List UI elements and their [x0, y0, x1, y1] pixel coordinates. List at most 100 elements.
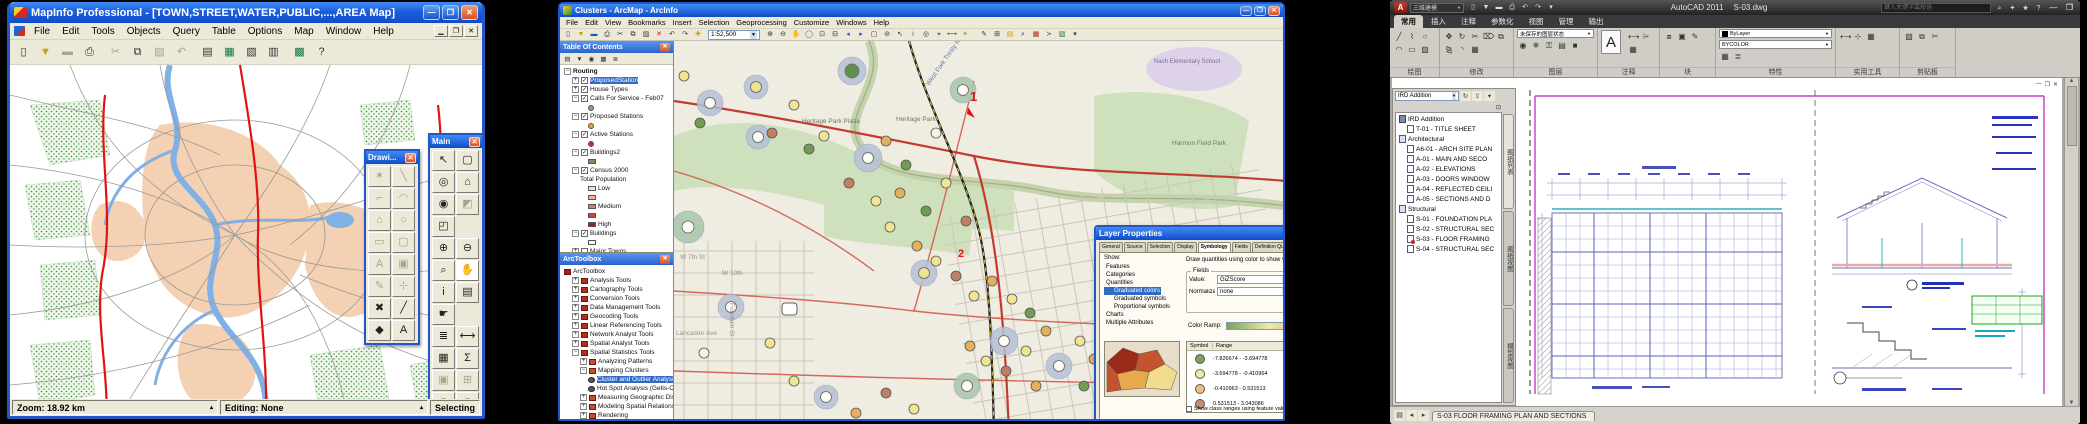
- id-point-button[interactable]: ⊹: [1852, 30, 1864, 42]
- menu-item[interactable]: Edit: [582, 18, 601, 27]
- ribbon-tab[interactable]: 常用: [1394, 15, 1423, 28]
- find-button[interactable]: ◎: [920, 29, 932, 40]
- show-list-item[interactable]: Features: [1104, 263, 1180, 271]
- main-toolbar-close-icon[interactable]: ✕: [469, 137, 480, 147]
- toc-layer-item[interactable]: [562, 238, 673, 247]
- sheet-item[interactable]: A-05 - SECTIONS AND D: [1397, 194, 1500, 204]
- expander-icon[interactable]: [580, 412, 587, 419]
- symbology-row[interactable]: -0.410963 - 0.531513 -0.410963 - 0.53151…: [1187, 381, 1283, 396]
- toolbox-item[interactable]: Conversion Tools: [562, 294, 673, 303]
- dialog-tab[interactable]: Source: [1124, 242, 1146, 252]
- toolbox-item[interactable]: Analyzing Patterns: [562, 357, 673, 366]
- toc-layer-item[interactable]: Routing: [562, 67, 673, 76]
- drawing-toolbar-titlebar[interactable]: Drawi... ✕: [366, 151, 418, 164]
- toolbar-options-button[interactable]: ▾: [1069, 29, 1081, 40]
- arcmap-map-canvas[interactable]: Heritage Park Plaza Heritage Park Harmon…: [674, 41, 1283, 419]
- ribbon-tab[interactable]: 插入: [1424, 15, 1453, 28]
- paste-button[interactable]: ▨: [640, 29, 652, 40]
- expander-icon[interactable]: [580, 394, 587, 401]
- set-target-district-button[interactable]: ▣: [432, 370, 455, 391]
- ribbon-tab[interactable]: 视图: [1522, 15, 1551, 28]
- layer-on-button[interactable]: ◉: [1517, 39, 1529, 51]
- erase-button[interactable]: ⌦: [1482, 30, 1494, 42]
- mirror-button[interactable]: ⧎: [1443, 43, 1455, 55]
- copy-clip-button[interactable]: ⧉: [1916, 30, 1928, 42]
- new-layout-button[interactable]: ▥: [263, 42, 284, 62]
- rectangle-button[interactable]: ▭: [1406, 43, 1418, 55]
- toc-titlebar[interactable]: Table Of Contents ✕: [560, 41, 673, 53]
- symbol-button[interactable]: ✶: [368, 166, 391, 187]
- mdi-close-button[interactable]: ✕: [464, 25, 478, 37]
- expander-icon[interactable]: [572, 286, 579, 293]
- print-button[interactable]: ⎙: [601, 29, 613, 40]
- zoom-in-button[interactable]: ⊕: [432, 238, 455, 259]
- ruler-button[interactable]: ⟷: [456, 326, 479, 347]
- sheet-item[interactable]: T-01 - TITLE SHEET: [1397, 124, 1500, 134]
- viewport-restore-button[interactable]: ❐: [2045, 81, 2050, 88]
- toc-layer-item[interactable]: [562, 157, 673, 166]
- layer-visibility-checkbox[interactable]: [581, 167, 588, 174]
- ssm-tab[interactable]: 图纸视图: [1503, 211, 1514, 306]
- layer-lock-button[interactable]: ⚿: [1543, 39, 1555, 51]
- list-by-selection-button[interactable]: ▦: [598, 54, 609, 64]
- drag-map-window-button[interactable]: ☛: [432, 304, 455, 325]
- toolbox-item[interactable]: Rendering: [562, 411, 673, 419]
- model-tab-button[interactable]: ▤: [1394, 410, 1405, 421]
- color-combo[interactable]: ByLayer▼: [1719, 29, 1832, 38]
- create-block-button[interactable]: ▣: [1676, 30, 1688, 42]
- sheet-item[interactable]: A-04 - REFLECTED CEILI: [1397, 184, 1500, 194]
- menu-item[interactable]: Selection: [695, 18, 732, 27]
- toolbox-item[interactable]: Spatial Analyst Tools: [562, 339, 673, 348]
- sheet-item[interactable]: A6-01 - ARCH SITE PLAN: [1397, 144, 1500, 154]
- maximize-button[interactable]: ❐: [1254, 6, 1266, 16]
- hotlink-button[interactable]: ▤: [456, 282, 479, 303]
- ssm-tab[interactable]: 模型视图: [1503, 308, 1514, 403]
- sheet-item[interactable]: S-03 - FLOOR FRAMING: [1397, 234, 1500, 244]
- line-button[interactable]: ╱: [1393, 30, 1405, 42]
- dialog-titlebar[interactable]: Layer Properties ? ✕: [1096, 227, 1283, 240]
- sheet-import-button[interactable]: ⇪: [1472, 91, 1483, 101]
- toc-layer-item[interactable]: [562, 193, 673, 202]
- map-scale-combo[interactable]: 1:52,500▼: [708, 30, 760, 40]
- layer-control-button[interactable]: ≣: [432, 326, 455, 347]
- menu-item[interactable]: File: [28, 26, 56, 37]
- linetype-combo[interactable]: BYCOLOR▼: [1719, 40, 1832, 49]
- expander-icon[interactable]: [572, 149, 579, 156]
- sheet-item[interactable]: IRD Addition: [1397, 114, 1500, 124]
- identify-button[interactable]: i: [907, 29, 919, 40]
- toolbox-item[interactable]: Spatial Statistics Tools: [562, 348, 673, 357]
- arctoolbox-close-icon[interactable]: ✕: [660, 255, 670, 264]
- array-button[interactable]: ▦: [1469, 43, 1481, 55]
- panel-label[interactable]: 剪贴板: [1900, 67, 1955, 77]
- text-style-button[interactable]: A: [392, 320, 415, 341]
- menu-item[interactable]: Customize: [791, 18, 832, 27]
- panel-label[interactable]: 特性: [1716, 67, 1835, 77]
- measure-button[interactable]: ⟷: [1839, 30, 1851, 42]
- save-table-button[interactable]: ▬: [57, 42, 78, 62]
- cut-clip-button[interactable]: ✂: [1929, 30, 1941, 42]
- expander-icon[interactable]: [564, 68, 571, 75]
- sheet-item[interactable]: A-03 - DOORS WINDOW: [1397, 174, 1500, 184]
- expander-icon[interactable]: [572, 86, 579, 93]
- main-toolbar-titlebar[interactable]: Main ✕: [430, 135, 482, 148]
- scrollbar-thumb[interactable]: [2067, 86, 2077, 146]
- expander-icon[interactable]: [572, 113, 579, 120]
- layer-visibility-checkbox[interactable]: [581, 248, 588, 252]
- new-drawing-button[interactable]: ▯: [1467, 2, 1479, 13]
- new-graph-button[interactable]: ▧: [241, 42, 262, 62]
- search-window-button[interactable]: ⌕: [1017, 29, 1029, 40]
- boundary-select-button[interactable]: ◉: [432, 194, 455, 215]
- undo-button[interactable]: ↶: [171, 42, 192, 62]
- status-selecting[interactable]: Selecting: [430, 400, 480, 415]
- symbology-row[interactable]: -7.826674 - -3.694778 -7.826674 - -3.694…: [1187, 351, 1283, 366]
- expander-icon[interactable]: [572, 277, 579, 284]
- viewport-close-button[interactable]: ✕: [2053, 81, 2058, 88]
- expander-icon[interactable]: [572, 340, 579, 347]
- column-header[interactable]: Range: [1213, 343, 1283, 349]
- communication-center-button[interactable]: ✦: [2007, 3, 2018, 13]
- dialog-tab[interactable]: Symbology: [1198, 242, 1231, 252]
- match-properties-button[interactable]: ▦: [1719, 50, 1731, 62]
- status-zoom[interactable]: Zoom: 18.92 km▴: [12, 400, 218, 415]
- layer-visibility-checkbox[interactable]: [581, 95, 588, 102]
- expander-icon[interactable]: [572, 95, 579, 102]
